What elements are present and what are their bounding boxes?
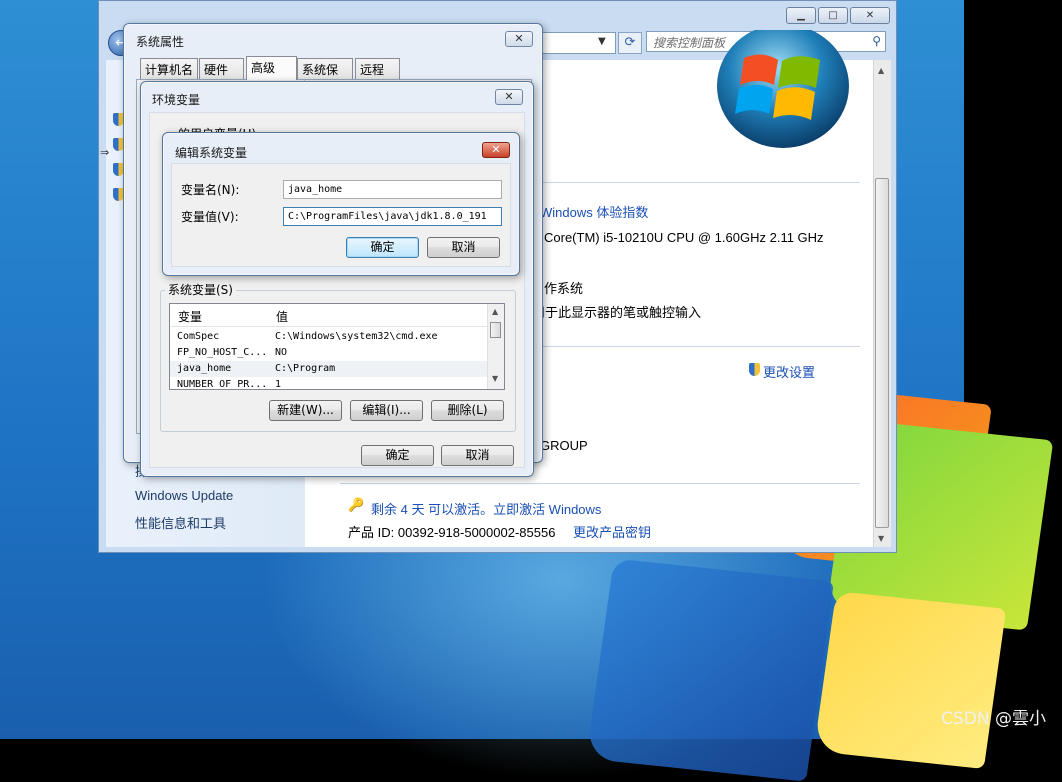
column-header-variable[interactable]: 变量 — [178, 308, 202, 325]
edit-button[interactable]: 编辑(I)... — [350, 400, 423, 421]
close-button[interactable]: ✕ — [505, 31, 533, 47]
scroll-down-icon[interactable]: ▼ — [492, 374, 498, 383]
var-value: 1 — [275, 379, 282, 390]
system-vars-label: 系统变量(S) — [165, 281, 236, 298]
list-scrollbar[interactable]: ▲ ▼ — [487, 304, 504, 389]
variable-value-label: 变量值(V): — [181, 210, 239, 224]
divider — [530, 182, 860, 183]
divider — [530, 346, 860, 347]
pointer-arrow-icon: ⇒ — [100, 146, 110, 159]
scroll-down-icon: ▼ — [878, 534, 885, 543]
shield-icon — [749, 363, 760, 376]
table-row[interactable]: java_home C:\Program — [170, 361, 488, 377]
cancel-button[interactable]: 取消 — [427, 237, 500, 258]
variable-name-field[interactable]: java_home — [283, 180, 502, 199]
var-value: C:\Windows\system32\cmd.exe — [275, 331, 438, 342]
table-row[interactable]: NUMBER_OF_PR... 1 — [170, 377, 488, 390]
variable-name-label: 变量名(N): — [181, 183, 240, 197]
ok-button[interactable]: 确定 — [361, 445, 434, 466]
minimize-button[interactable]: ▁ — [786, 7, 816, 24]
close-button[interactable]: ✕ — [850, 7, 890, 24]
product-id: 产品 ID: 00392-918-5000002-85556 — [348, 525, 556, 540]
experience-index-link[interactable]: Windows 体验指数 — [540, 202, 648, 221]
ok-button[interactable]: 确定 — [346, 237, 419, 258]
var-name: NUMBER_OF_PR... — [177, 379, 268, 390]
dialog-title: 系统属性 — [136, 35, 185, 49]
column-header-value[interactable]: 值 — [276, 308, 288, 325]
cancel-button[interactable]: 取消 — [441, 445, 514, 466]
activation-link[interactable]: 剩余 4 天 可以激活。立即激活 Windows — [371, 499, 601, 518]
table-row[interactable]: FP_NO_HOST_C... NO — [170, 345, 488, 361]
delete-button[interactable]: 删除(L) — [431, 400, 504, 421]
tab-computer-name[interactable]: 计算机名 — [140, 58, 198, 79]
sidebar-item-performance[interactable]: 性能信息和工具 — [135, 513, 226, 532]
change-product-key-link[interactable]: 更改产品密钥 — [573, 522, 651, 541]
scroll-thumb[interactable] — [875, 178, 889, 528]
var-name: FP_NO_HOST_C... — [177, 347, 268, 358]
scroll-thumb[interactable] — [490, 322, 501, 338]
content-scrollbar[interactable]: ▲ ▼ — [873, 60, 891, 547]
search-icon: ⚲ — [872, 34, 881, 48]
scroll-up-icon: ▲ — [878, 66, 885, 75]
scroll-up-icon[interactable]: ▲ — [492, 307, 498, 316]
search-placeholder: 搜索控制面板 — [653, 36, 726, 50]
close-button[interactable]: ✕ — [482, 142, 510, 158]
variable-value-field[interactable]: C:\ProgramFiles\java\jdk1.8.0_191 — [283, 207, 502, 226]
var-value: C:\Program — [275, 363, 336, 374]
tab-hardware[interactable]: 硬件 — [199, 58, 244, 79]
refresh-icon[interactable]: ⟳ — [618, 32, 642, 54]
var-name: java_home — [177, 363, 232, 374]
close-button[interactable]: ✕ — [495, 89, 523, 105]
cpu-value: Core(TM) i5-10210U CPU @ 1.60GHz 2.11 GH… — [544, 230, 824, 245]
windows-logo — [717, 30, 849, 148]
os-type-value: 作系统 — [544, 281, 584, 296]
tab-advanced[interactable]: 高级 — [246, 56, 297, 80]
watermark: CSDN @雲小 — [941, 709, 1046, 729]
var-value: NO — [275, 347, 288, 358]
tab-remote[interactable]: 远程 — [355, 58, 400, 79]
tab-system-protection[interactable]: 系统保护 — [297, 58, 353, 94]
list-header: 变量 值 — [170, 304, 504, 327]
change-settings-link[interactable]: 更改设置 — [763, 362, 815, 381]
pen-touch-value: 用于此显示器的笔或触控输入 — [532, 305, 702, 320]
windows-flag-blue — [585, 558, 835, 782]
key-icon: 🔑 — [348, 498, 365, 513]
var-name: ComSpec — [177, 331, 220, 342]
workgroup-value: GROUP — [540, 438, 588, 453]
table-row[interactable]: ComSpec C:\Windows\system32\cmd.exe — [170, 329, 488, 345]
sidebar-item-windows-update[interactable]: Windows Update — [135, 488, 233, 503]
dialog-title: 编辑系统变量 — [175, 146, 248, 160]
divider — [340, 483, 860, 484]
new-button[interactable]: 新建(W)... — [269, 400, 342, 421]
dialog-title: 环境变量 — [152, 93, 201, 107]
maximize-button[interactable]: □ — [818, 7, 848, 24]
system-vars-list[interactable]: 变量 值 ComSpec C:\Windows\system32\cmd.exe… — [169, 303, 505, 390]
address-dropdown-icon[interactable]: ▼ — [598, 36, 606, 47]
